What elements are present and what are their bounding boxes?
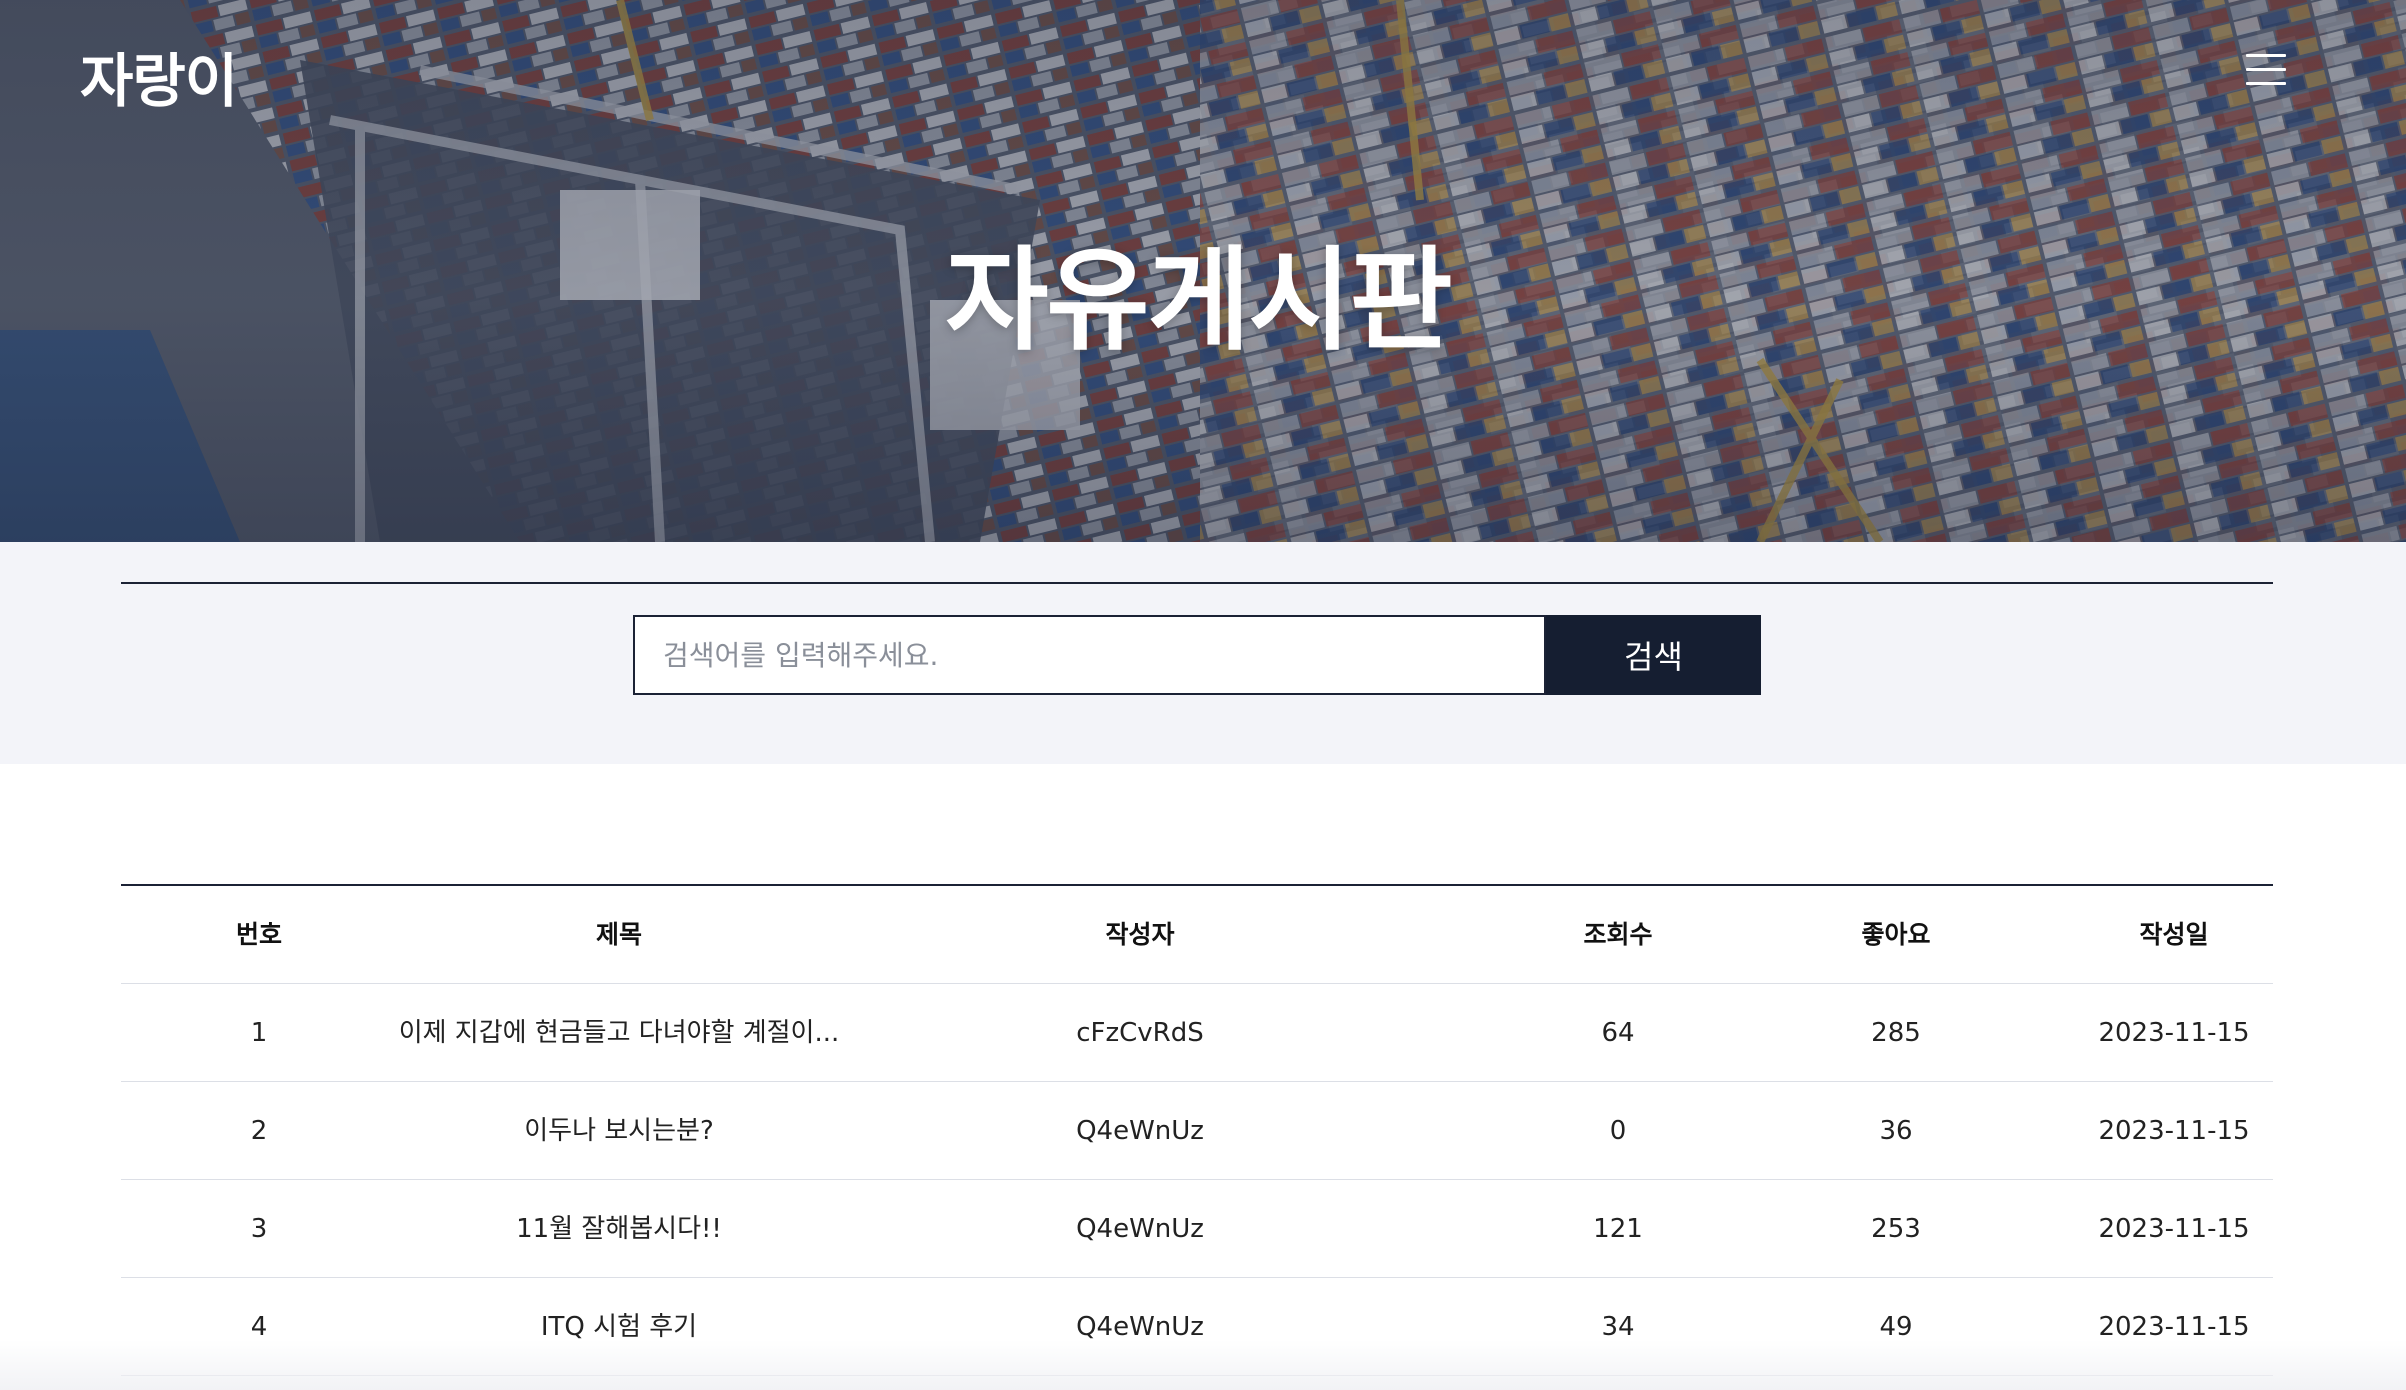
post-title-link[interactable]: 이두나 보시는분?	[397, 1082, 841, 1180]
post-likes: 49	[1879, 1312, 1913, 1342]
post-number: 4	[250, 1312, 268, 1342]
column-header-title: 제목	[595, 920, 642, 949]
menu-bar	[2246, 82, 2286, 85]
column-header-date: 작성일	[2139, 920, 2209, 949]
table-row[interactable]: 3 11월 잘해봅시다!! Q4eWnUz 121 253 2023-11-15	[121, 1180, 2273, 1278]
hero-banner: 자랑이 자유게시판	[0, 0, 2406, 542]
post-views: 34	[1601, 1312, 1635, 1342]
post-date: 2023-11-15	[2098, 1018, 2250, 1048]
post-author: Q4eWnUz	[1076, 1116, 1204, 1146]
post-author: Q4eWnUz	[1076, 1312, 1204, 1342]
column-header-author: 작성자	[1105, 920, 1175, 949]
post-date: 2023-11-15	[2098, 1116, 2250, 1146]
table-header-row: 번호 제목 작성자 조회수 좋아요 작성일	[121, 886, 2273, 984]
post-date: 2023-11-15	[2098, 1214, 2250, 1244]
table-row[interactable]: 2 이두나 보시는분? Q4eWnUz 0 36 2023-11-15	[121, 1082, 2273, 1180]
post-author: Q4eWnUz	[1076, 1214, 1204, 1244]
column-header-likes: 좋아요	[1861, 920, 1931, 949]
post-title-link[interactable]: 11월 잘해봅시다!!	[397, 1180, 841, 1278]
post-views: 0	[1609, 1116, 1627, 1146]
search-button[interactable]: 검색	[1546, 615, 1761, 695]
post-number: 1	[250, 1018, 268, 1048]
post-author: cFzCvRdS	[1076, 1018, 1204, 1048]
post-title-link[interactable]: 이제 지갑에 현금들고 다녀야할 계절이...	[397, 984, 841, 1082]
post-views: 121	[1593, 1214, 1643, 1244]
page-title: 자유게시판	[945, 236, 1452, 366]
menu-bar	[2246, 54, 2286, 57]
menu-bar	[2246, 68, 2286, 71]
post-title-link[interactable]: ITQ 시험 후기	[397, 1278, 841, 1376]
table-row[interactable]: 1 이제 지갑에 현금들고 다녀야할 계절이... cFzCvRdS 64 28…	[121, 984, 2273, 1082]
post-number: 3	[250, 1214, 268, 1244]
search-section: 검색	[0, 542, 2406, 764]
column-header-number: 번호	[235, 920, 282, 949]
site-logo[interactable]: 자랑이	[80, 34, 238, 118]
search-input[interactable]	[633, 615, 1546, 695]
divider	[121, 582, 2273, 584]
search-form: 검색	[633, 615, 1761, 695]
table-row[interactable]: 4 ITQ 시험 후기 Q4eWnUz 34 49 2023-11-15	[121, 1278, 2273, 1376]
post-likes: 36	[1879, 1116, 1913, 1146]
post-views: 64	[1601, 1018, 1635, 1048]
hamburger-menu-icon[interactable]	[2246, 52, 2286, 88]
post-likes: 285	[1871, 1018, 1921, 1048]
post-date: 2023-11-15	[2098, 1312, 2250, 1342]
post-likes: 253	[1871, 1214, 1921, 1244]
post-number: 2	[250, 1116, 268, 1146]
column-header-views: 조회수	[1583, 920, 1653, 949]
